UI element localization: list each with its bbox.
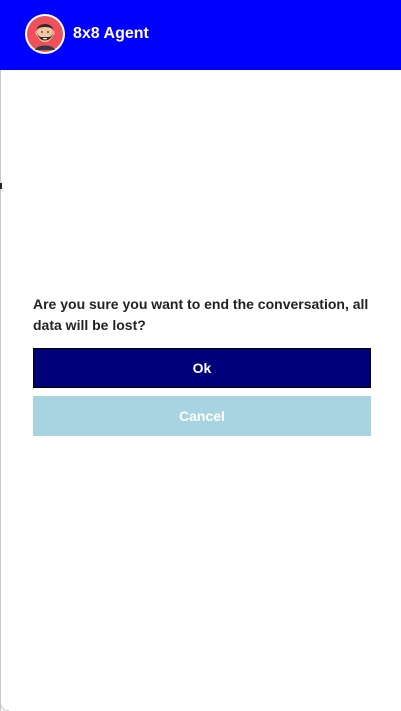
window-edge-marker (0, 183, 2, 189)
agent-name: 8x8 Agent (73, 25, 149, 42)
window-corner (0, 702, 9, 711)
window-left-border (0, 70, 1, 711)
ok-button[interactable]: Ok (33, 348, 371, 388)
chat-window: 8x8 Agent Are you sure you want to end t… (0, 0, 401, 711)
bearded-agent-avatar-icon (27, 16, 63, 52)
agent-avatar (25, 14, 65, 54)
end-conversation-dialog: Are you sure you want to end the convers… (33, 294, 371, 436)
end-conversation-message: Are you sure you want to end the convers… (33, 296, 369, 333)
cancel-button[interactable]: Cancel (33, 396, 371, 436)
chat-header: 8x8 Agent (0, 0, 401, 70)
